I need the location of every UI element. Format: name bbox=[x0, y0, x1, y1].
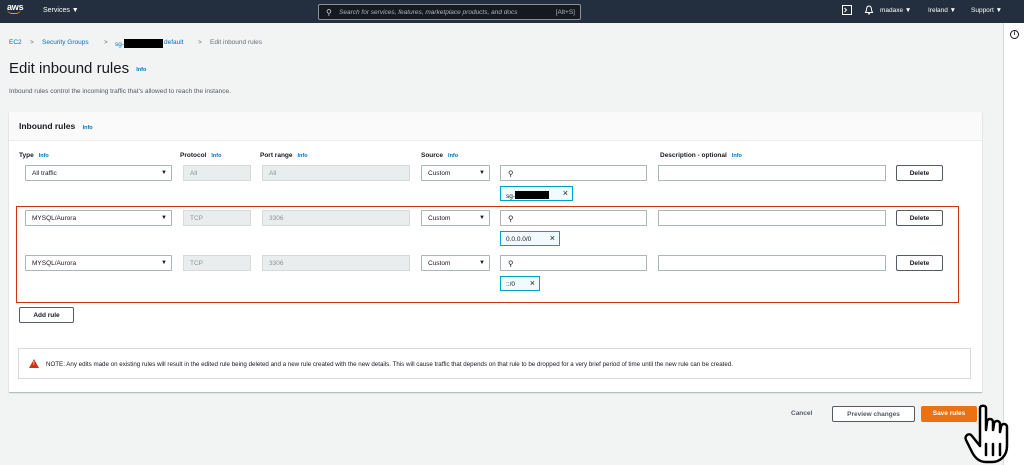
aws-logo[interactable]: aws bbox=[7, 3, 24, 14]
source-select[interactable]: Custom ▼ bbox=[421, 165, 490, 181]
support-menu[interactable]: Support ▼ bbox=[971, 7, 1002, 14]
source-select[interactable]: Custom ▼ bbox=[421, 255, 490, 271]
description-input[interactable] bbox=[658, 255, 886, 271]
info-icon[interactable]: i bbox=[1010, 30, 1019, 39]
description-info-link[interactable]: Info bbox=[732, 153, 742, 159]
source-token: ::/0 × bbox=[500, 276, 540, 291]
chevron-right-icon: > bbox=[198, 39, 202, 46]
hand-cursor-icon bbox=[964, 404, 1009, 464]
page-info-link[interactable]: Info bbox=[136, 67, 146, 73]
search-icon: ⚲ bbox=[508, 169, 514, 178]
port-range-field: 3306 bbox=[262, 210, 410, 226]
breadcrumb-security-groups[interactable]: Security Groups bbox=[42, 39, 89, 46]
top-navigation: aws Services ▼ ⚲ Search for services, fe… bbox=[0, 0, 1024, 23]
search-input[interactable]: ⚲ Search for services, features, marketp… bbox=[318, 4, 581, 20]
column-port-range: Port range Info bbox=[260, 152, 308, 159]
search-icon: ⚲ bbox=[508, 214, 514, 223]
caret-down-icon: ▼ bbox=[479, 260, 485, 266]
delete-button[interactable]: Delete bbox=[896, 165, 943, 181]
protocol-field: All bbox=[183, 165, 251, 181]
source-info-link[interactable]: Info bbox=[448, 153, 458, 159]
type-info-link[interactable]: Info bbox=[39, 153, 49, 159]
breadcrumb-ec2[interactable]: EC2 bbox=[9, 39, 22, 46]
column-type: Type Info bbox=[19, 152, 49, 159]
protocol-field: TCP bbox=[183, 210, 251, 226]
search-icon: ⚲ bbox=[326, 8, 332, 17]
panel-header: Inbound rules Info bbox=[9, 112, 982, 141]
search-placeholder: Search for services, features, marketpla… bbox=[339, 9, 518, 16]
warning-icon bbox=[29, 359, 39, 368]
close-icon[interactable]: × bbox=[563, 188, 568, 198]
source-select[interactable]: Custom ▼ bbox=[421, 210, 490, 226]
protocol-field: TCP bbox=[183, 255, 251, 271]
region-menu[interactable]: Ireland ▼ bbox=[928, 7, 956, 14]
source-search-input[interactable]: ⚲ bbox=[500, 255, 647, 271]
bell-icon[interactable] bbox=[864, 5, 874, 17]
caret-down-icon: ▼ bbox=[479, 215, 485, 221]
terminal-icon[interactable] bbox=[842, 5, 852, 17]
help-panel-rail: i bbox=[1003, 23, 1024, 465]
panel-title: Inbound rules Info bbox=[19, 121, 93, 131]
user-menu[interactable]: madaxe ▼ bbox=[880, 7, 911, 14]
column-protocol: Protocol Info bbox=[180, 152, 222, 159]
caret-down-icon: ▼ bbox=[161, 260, 167, 266]
type-select[interactable]: MYSQL/Aurora ▼ bbox=[25, 255, 172, 271]
port-info-link[interactable]: Info bbox=[298, 153, 308, 159]
search-shortcut: [Alt+S] bbox=[555, 9, 575, 16]
description-input[interactable] bbox=[658, 165, 886, 181]
panel-info-link[interactable]: Info bbox=[83, 125, 93, 131]
chevron-right-icon: > bbox=[104, 39, 108, 46]
port-range-field: All bbox=[262, 165, 410, 181]
close-icon[interactable]: × bbox=[550, 233, 555, 243]
source-search-input[interactable]: ⚲ bbox=[500, 165, 647, 181]
page-subtitle: Inbound rules control the incoming traff… bbox=[9, 88, 231, 95]
description-input[interactable] bbox=[658, 210, 886, 226]
breadcrumb-sg-id[interactable]: sg- bbox=[115, 39, 164, 48]
add-rule-button[interactable]: Add rule bbox=[19, 307, 74, 323]
warning-alert: NOTE: Any edits made on existing rules w… bbox=[18, 348, 971, 379]
column-description: Description - optional Info bbox=[660, 152, 742, 159]
breadcrumb-sg-name[interactable]: default bbox=[164, 39, 184, 46]
caret-down-icon: ▼ bbox=[161, 215, 167, 221]
warning-text: NOTE: Any edits made on existing rules w… bbox=[46, 361, 733, 368]
cancel-button[interactable]: Cancel bbox=[791, 410, 812, 417]
breadcrumb-current: Edit inbound rules bbox=[210, 39, 263, 46]
protocol-info-link[interactable]: Info bbox=[211, 153, 221, 159]
port-range-field: 3306 bbox=[262, 255, 410, 271]
preview-changes-button[interactable]: Preview changes bbox=[832, 406, 915, 422]
search-icon: ⚲ bbox=[508, 259, 514, 268]
delete-button[interactable]: Delete bbox=[896, 210, 943, 226]
source-token: sg- × bbox=[500, 186, 573, 201]
source-token: 0.0.0.0/0 × bbox=[500, 231, 560, 246]
source-search-input[interactable]: ⚲ bbox=[500, 210, 647, 226]
column-source: Source Info bbox=[421, 152, 459, 159]
type-select[interactable]: MYSQL/Aurora ▼ bbox=[25, 210, 172, 226]
caret-down-icon: ▼ bbox=[479, 170, 485, 176]
close-icon[interactable]: × bbox=[530, 278, 535, 288]
type-select[interactable]: All traffic ▼ bbox=[25, 165, 172, 181]
caret-down-icon: ▼ bbox=[161, 170, 167, 176]
chevron-right-icon: > bbox=[30, 39, 34, 46]
page-title: Edit inbound rules Info bbox=[9, 60, 147, 77]
delete-button[interactable]: Delete bbox=[896, 255, 943, 271]
services-menu[interactable]: Services ▼ bbox=[43, 7, 79, 14]
